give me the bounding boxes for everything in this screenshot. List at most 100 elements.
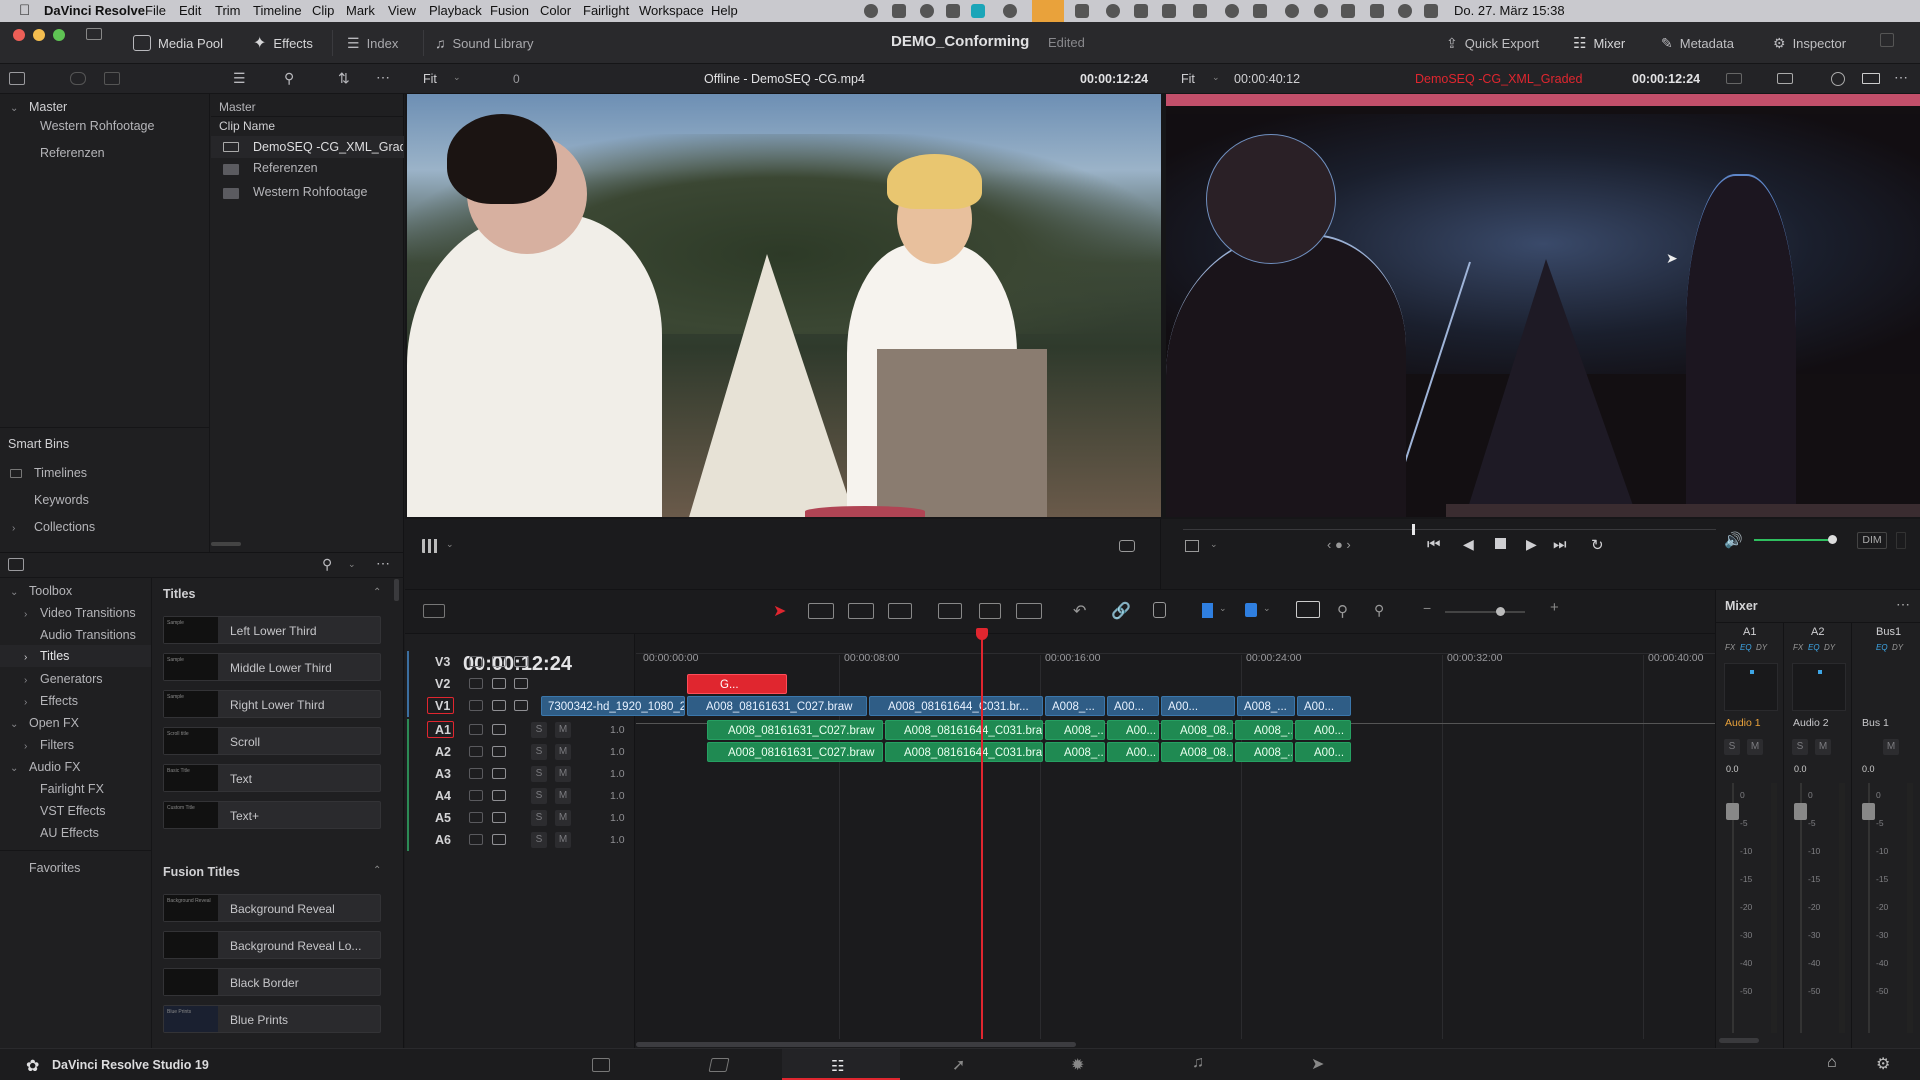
- menu-playback[interactable]: Playback: [429, 3, 482, 18]
- chevron-right-icon[interactable]: ›: [12, 520, 15, 534]
- auto-select-icon[interactable]: [492, 768, 506, 779]
- timeline-zoom-dropdown[interactable]: Fit: [1181, 72, 1195, 86]
- sync-icon[interactable]: [920, 4, 934, 18]
- close-window-button[interactable]: [13, 29, 25, 41]
- app-status-icon[interactable]: [971, 4, 985, 18]
- master-bin[interactable]: Master: [29, 100, 67, 114]
- tree-au-effects[interactable]: AU Effects: [40, 826, 99, 840]
- tree-filters[interactable]: Filters: [40, 738, 74, 752]
- metadata-button[interactable]: ✎ Metadata: [1661, 32, 1734, 54]
- search-icon[interactable]: ⚲: [284, 70, 294, 87]
- video-clip[interactable]: A008_...: [1045, 696, 1105, 716]
- tree-audio-fx[interactable]: Audio FX: [29, 760, 80, 774]
- fusion-title-black-border[interactable]: Black Border: [163, 968, 381, 996]
- loop-playback-icon[interactable]: ↻: [1591, 536, 1604, 554]
- auto-select-icon[interactable]: [492, 812, 506, 823]
- display-icon[interactable]: [1075, 4, 1089, 18]
- mute-button[interactable]: M: [555, 832, 571, 848]
- master-volume-handle[interactable]: [1828, 535, 1837, 544]
- chevron-down-icon[interactable]: ⌄: [10, 760, 18, 774]
- record-status-icon[interactable]: [864, 4, 878, 18]
- deliver-page-icon[interactable]: ➤: [1311, 1054, 1324, 1074]
- video-clip[interactable]: A008_08161631_C027.braw: [687, 696, 867, 716]
- chevron-down-icon[interactable]: ⌄: [1212, 72, 1220, 83]
- title-scroll[interactable]: Scroll title Scroll: [163, 727, 381, 755]
- audio-clip[interactable]: A008_...: [1235, 742, 1293, 762]
- play-reverse-icon[interactable]: ◀: [1463, 536, 1474, 553]
- chevron-right-icon[interactable]: ›: [24, 738, 27, 752]
- audio-clip[interactable]: A008_08161644_C031.braw: [885, 742, 1043, 762]
- video-clip[interactable]: A00...: [1297, 696, 1351, 716]
- video-clip[interactable]: A00...: [1161, 696, 1235, 716]
- effects-button[interactable]: ✦ Effects: [253, 32, 313, 54]
- chevron-right-icon[interactable]: ›: [24, 672, 27, 686]
- solo-button[interactable]: S: [531, 744, 547, 760]
- mixer-button[interactable]: ☷ Mixer: [1573, 32, 1625, 54]
- shield-icon[interactable]: [892, 4, 906, 18]
- search-icon[interactable]: ⚲: [322, 556, 332, 573]
- audio-clip[interactable]: A008_08161631_C027.braw: [707, 720, 883, 740]
- smart-bin-collections[interactable]: Collections: [34, 520, 95, 534]
- menu-mark[interactable]: Mark: [346, 3, 375, 18]
- app-menu[interactable]: DaVinci Resolve: [44, 3, 145, 18]
- menu-trim[interactable]: Trim: [215, 3, 241, 18]
- audio-clip[interactable]: A008_...: [1045, 742, 1105, 762]
- menu-file[interactable]: File: [145, 3, 166, 18]
- audio-clip[interactable]: A008_...: [1235, 720, 1293, 740]
- chevron-up-icon[interactable]: ⌃: [373, 587, 381, 598]
- cut-page-icon[interactable]: [708, 1058, 730, 1072]
- tree-toolbox[interactable]: Toolbox: [29, 584, 72, 598]
- timeline-viewer-image[interactable]: ➤: [1166, 94, 1920, 517]
- video-clip[interactable]: A008_...: [1237, 696, 1295, 716]
- globe-icon[interactable]: [1106, 4, 1120, 18]
- playhead[interactable]: [976, 628, 989, 1045]
- tree-fairlight-fx[interactable]: Fairlight FX: [40, 782, 104, 796]
- scrollbar[interactable]: [211, 542, 241, 546]
- audio-clip[interactable]: A008_08...: [1161, 720, 1233, 740]
- sound-library-button[interactable]: ♫ Sound Library: [435, 32, 533, 54]
- settings-gear-icon[interactable]: ⚙: [1876, 1054, 1890, 1074]
- chevron-right-icon[interactable]: ›: [24, 694, 27, 708]
- lock-icon[interactable]: [469, 790, 483, 801]
- go-to-start-icon[interactable]: ⏮: [1427, 536, 1441, 553]
- link-icon[interactable]: [70, 72, 86, 85]
- solo-button[interactable]: S: [531, 810, 547, 826]
- mixer-scrollbar[interactable]: [1719, 1038, 1759, 1043]
- layout-icon[interactable]: [1253, 4, 1267, 18]
- search-icon[interactable]: [1398, 4, 1412, 18]
- video-clip[interactable]: 7300342-hd_1920_1080_25fps...: [541, 696, 685, 716]
- solo-button[interactable]: S: [531, 722, 547, 738]
- menu-edit[interactable]: Edit: [179, 3, 201, 18]
- menu-workspace[interactable]: Workspace: [639, 3, 704, 18]
- media-page-icon[interactable]: [592, 1058, 610, 1072]
- inspector-button[interactable]: ⚙ Inspector: [1773, 32, 1846, 54]
- loop-icon[interactable]: [1119, 540, 1135, 552]
- more-options-icon[interactable]: ⋯: [1894, 69, 1908, 86]
- moon-icon[interactable]: [1225, 4, 1239, 18]
- fusion-page-icon[interactable]: ➚: [952, 1055, 965, 1075]
- solo-button[interactable]: S: [531, 832, 547, 848]
- compass-icon[interactable]: [1003, 4, 1017, 18]
- tree-generators[interactable]: Generators: [40, 672, 103, 686]
- output-icon[interactable]: [1777, 73, 1793, 84]
- menu-fusion[interactable]: Fusion: [490, 3, 529, 18]
- chevron-down-icon[interactable]: ⌄: [10, 584, 18, 598]
- timeline-name-dropdown[interactable]: DemoSEQ -CG_XML_Graded: [1415, 72, 1582, 86]
- scrollbar[interactable]: [394, 579, 399, 601]
- home-icon[interactable]: ⌂: [1827, 1054, 1837, 1072]
- menu-timeline[interactable]: Timeline: [253, 3, 302, 18]
- menu-color[interactable]: Color: [540, 3, 571, 18]
- bin-list-toggle-icon[interactable]: [9, 72, 25, 85]
- minimize-window-button[interactable]: [33, 29, 45, 41]
- quick-export-button[interactable]: ⇪ Quick Export: [1446, 32, 1539, 54]
- refresh-icon[interactable]: [1831, 72, 1845, 86]
- mute-button[interactable]: M: [555, 722, 571, 738]
- color-page-icon[interactable]: ✹: [1071, 1055, 1084, 1075]
- mute-button[interactable]: M: [555, 810, 571, 826]
- video-clip[interactable]: A008_08161644_C031.br...: [869, 696, 1043, 716]
- clip-row-timeline[interactable]: DemoSEQ -CG_XML_Graded: [211, 136, 404, 158]
- edit-page-tab[interactable]: ☷: [782, 1049, 900, 1080]
- master-volume-slider[interactable]: [1754, 539, 1834, 541]
- history-icon[interactable]: [1285, 4, 1299, 18]
- chevron-up-icon[interactable]: ⌃: [373, 865, 381, 876]
